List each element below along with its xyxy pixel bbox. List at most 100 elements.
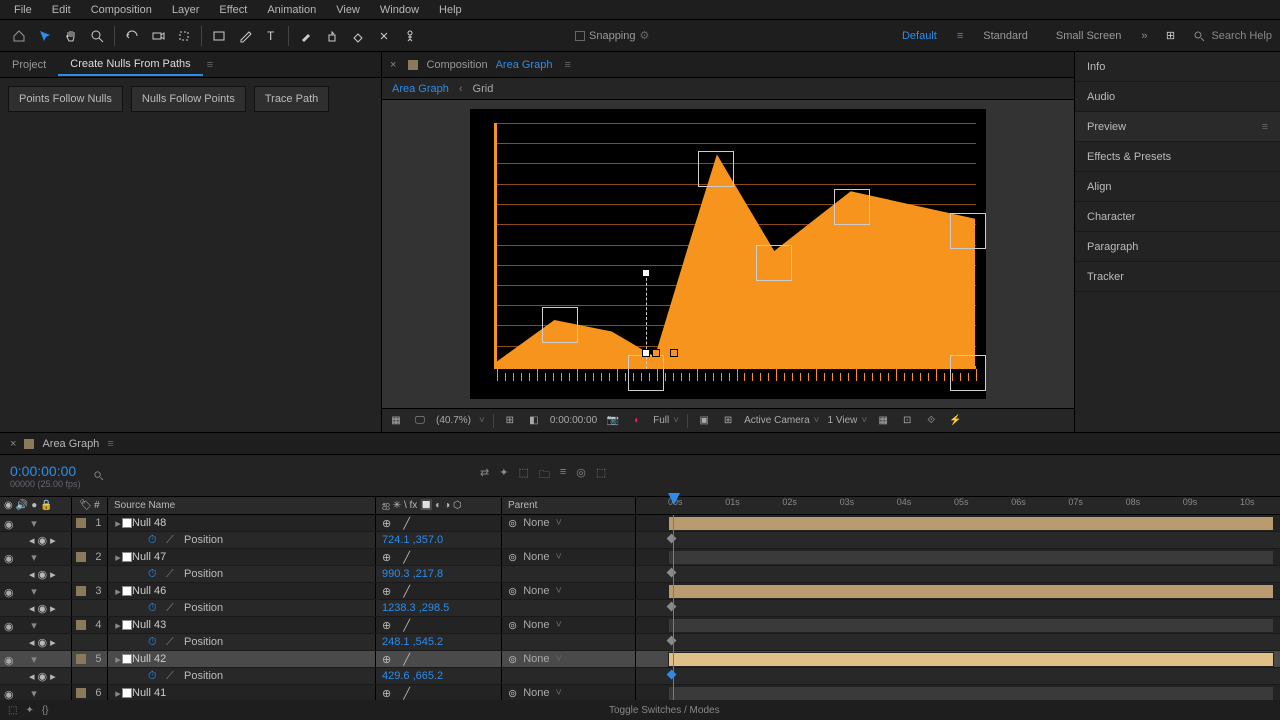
menu-layer[interactable]: Layer [162,2,210,18]
anchor-point[interactable] [670,349,678,357]
null-handle[interactable] [756,245,792,281]
home-icon[interactable] [8,25,30,47]
view-opt-icon[interactable]: ▦ [875,413,891,429]
mag-icon[interactable]: ▦ [388,413,404,429]
layer-search[interactable] [93,470,104,481]
anchor-point[interactable] [642,269,650,277]
snapping-toggle[interactable]: Snapping ⚙ [575,29,649,42]
breadcrumb-item[interactable]: Area Graph [392,83,449,95]
panel-preview[interactable]: Preview≡ [1075,112,1280,142]
tl-icon[interactable]: 🗀 [539,466,550,485]
snapping-checkbox[interactable] [575,31,585,41]
layer-track-bar[interactable] [668,550,1274,565]
panel-align[interactable]: Align [1075,172,1280,202]
channel-icon[interactable]: ◧ [526,413,542,429]
pan-behind-tool-icon[interactable] [173,25,195,47]
brush-tool-icon[interactable] [295,25,317,47]
time-ruler[interactable]: 00s01s02s03s04s05s06s07s08s09s10s [636,497,1280,514]
tl-icon[interactable]: ⬚ [596,466,606,485]
workspace-small[interactable]: Small Screen [1048,28,1129,44]
tl-icon[interactable]: ≡ [560,466,566,485]
panel-paragraph[interactable]: Paragraph [1075,232,1280,262]
col-source-name[interactable]: Source Name [108,497,376,514]
clone-stamp-tool-icon[interactable] [321,25,343,47]
workspace-icon[interactable]: ⊞ [1159,25,1181,47]
null-handle[interactable] [834,189,870,225]
workspace-standard[interactable]: Standard [975,28,1036,44]
snapshot-icon[interactable]: 📷 [605,413,621,429]
zoom-tool-icon[interactable] [86,25,108,47]
camera-tool-icon[interactable] [147,25,169,47]
views-dropdown[interactable]: 1 View˅ [828,415,868,426]
anchor-point[interactable] [642,349,650,357]
color-icon[interactable]: ◐ [629,413,645,429]
composition-viewer[interactable] [382,100,1074,408]
orbit-tool-icon[interactable] [121,25,143,47]
grid-icon[interactable]: ⊞ [720,413,736,429]
playhead-line[interactable] [673,515,674,700]
panel-audio[interactable]: Audio [1075,82,1280,112]
keyframe-icon[interactable] [667,568,677,578]
points-follow-nulls-button[interactable]: Points Follow Nulls [8,86,123,112]
null-handle[interactable] [950,213,986,249]
layer-track-bar[interactable] [668,516,1274,531]
keyframe-icon[interactable] [667,670,677,680]
panel-tracker[interactable]: Tracker [1075,262,1280,292]
menu-help[interactable]: Help [429,2,472,18]
layer-track-bar[interactable] [668,686,1274,700]
toggle-switches-modes[interactable]: Toggle Switches / Modes [609,705,720,716]
camera-dropdown[interactable]: Active Camera˅ [744,415,819,426]
panel-character[interactable]: Character [1075,202,1280,232]
anchor-point[interactable] [652,349,660,357]
tl-icon[interactable]: ⬚ [518,466,528,485]
view-opt-icon[interactable]: ⟐ [923,413,939,429]
tl-footer-icon[interactable]: {} [42,705,49,716]
layer-track-bar[interactable] [668,618,1274,633]
panel-effects-presets[interactable]: Effects & Presets [1075,142,1280,172]
viewer-time[interactable]: 0:00:00:00 [550,415,597,426]
tab-project[interactable]: Project [0,55,58,75]
eraser-tool-icon[interactable] [347,25,369,47]
tl-icon[interactable]: ✦ [499,466,508,485]
menu-animation[interactable]: Animation [257,2,326,18]
puppet-tool-icon[interactable] [399,25,421,47]
tl-footer-icon[interactable]: ⬚ [8,705,17,716]
pen-tool-icon[interactable] [234,25,256,47]
layer-track-bar[interactable] [668,584,1274,599]
rectangle-tool-icon[interactable] [208,25,230,47]
menu-view[interactable]: View [326,2,370,18]
close-icon[interactable]: × [10,438,16,450]
null-handle[interactable] [698,151,734,187]
view-opt-icon[interactable]: ⚡ [947,413,963,429]
keyframe-icon[interactable] [667,636,677,646]
menu-composition[interactable]: Composition [81,2,162,18]
menu-file[interactable]: File [4,2,42,18]
menu-edit[interactable]: Edit [42,2,81,18]
roto-tool-icon[interactable] [373,25,395,47]
keyframe-icon[interactable] [667,602,677,612]
tl-footer-icon[interactable]: ✦ [25,705,33,716]
tl-icon[interactable]: ◎ [576,466,586,485]
close-icon[interactable]: × [390,59,396,71]
resolution-dropdown[interactable]: Full˅ [653,415,679,426]
composition-canvas[interactable] [470,109,986,399]
current-time[interactable]: 0:00:00:00 [10,463,81,479]
view-opt-icon[interactable]: ⊡ [899,413,915,429]
tab-create-nulls[interactable]: Create Nulls From Paths [58,54,202,76]
hand-tool-icon[interactable] [60,25,82,47]
text-tool-icon[interactable]: T [260,25,282,47]
breadcrumb-item[interactable]: Grid [473,83,494,95]
res-icon[interactable]: ⊞ [502,413,518,429]
view-icon[interactable]: ▣ [696,413,712,429]
workspace-default[interactable]: Default [894,28,945,44]
selection-tool-icon[interactable] [34,25,56,47]
null-handle[interactable] [950,355,986,391]
keyframe-icon[interactable] [667,534,677,544]
tl-icon[interactable]: ⇄ [480,466,489,485]
layer-track-bar[interactable] [668,652,1274,667]
display-icon[interactable]: 🖵 [412,413,428,429]
panel-info[interactable]: Info [1075,52,1280,82]
zoom-level[interactable]: (40.7%) [436,415,471,426]
menu-effect[interactable]: Effect [209,2,257,18]
null-handle[interactable] [542,307,578,343]
